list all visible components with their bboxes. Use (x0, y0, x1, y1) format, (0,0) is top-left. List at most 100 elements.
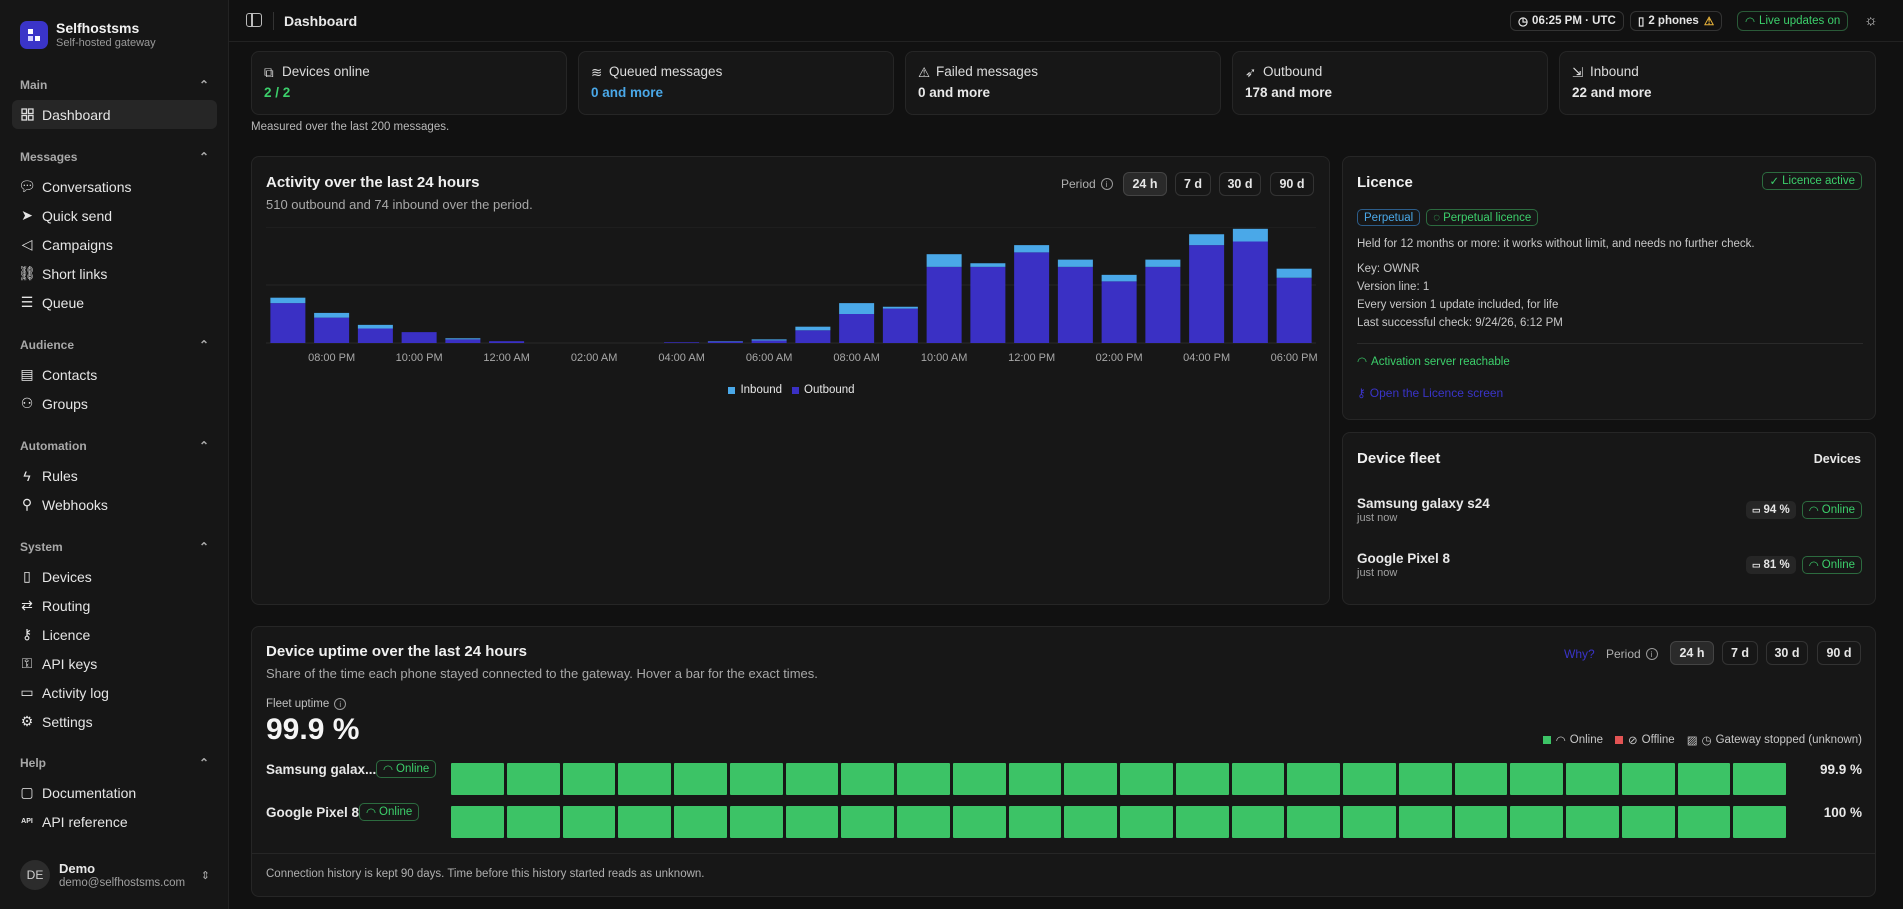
bar-inbound[interactable] (1101, 274, 1137, 282)
uptime-segment[interactable] (1343, 763, 1396, 795)
sidebar-item-campaigns[interactable]: ◁ Campaigns (12, 230, 217, 259)
bar-outbound[interactable] (1145, 266, 1181, 343)
bar-outbound[interactable] (489, 341, 525, 343)
uptime-segment[interactable] (1677, 763, 1731, 795)
sidebar-item-webhooks[interactable]: ⚲ Webhooks (12, 490, 217, 519)
uptime-segment[interactable] (1287, 806, 1340, 838)
uptime-segment[interactable] (1677, 806, 1731, 838)
bar-outbound[interactable] (751, 340, 787, 343)
nav-head-main[interactable]: Main ⌃ (12, 74, 217, 96)
bar-outbound[interactable] (882, 308, 918, 343)
phones-pill[interactable]: ▯ 2 phones ⚠ (1630, 11, 1723, 31)
info-icon[interactable]: i (1100, 178, 1113, 190)
bar-outbound[interactable] (707, 341, 743, 343)
uptime-segment[interactable] (1621, 763, 1675, 795)
period-7d-button[interactable]: 7 d (1175, 172, 1211, 196)
uptime-segment[interactable] (729, 806, 783, 838)
bar-inbound[interactable] (1145, 259, 1181, 267)
sidebar-item-conversations[interactable]: 💬︎ Conversations (12, 172, 217, 201)
sidebar-item-quick-send[interactable]: ➤ Quick send (12, 201, 217, 230)
bar-inbound[interactable] (1232, 228, 1268, 242)
uptime-segment[interactable] (897, 806, 950, 838)
bar-outbound[interactable] (795, 330, 831, 343)
bar-outbound[interactable] (1276, 277, 1312, 343)
uptime-segment[interactable] (1064, 806, 1117, 838)
bar-outbound[interactable] (839, 314, 875, 343)
sidebar-item-rules[interactable]: ϟ Rules (12, 461, 217, 490)
sidebar-item-api-keys[interactable]: ⚿ API keys (12, 649, 217, 678)
sidebar-toggle-icon[interactable] (246, 13, 262, 27)
uptime-segment[interactable] (1566, 763, 1619, 795)
bar-outbound[interactable] (357, 328, 393, 344)
bar-outbound[interactable] (664, 342, 700, 343)
brand[interactable]: Selfhostsms Self-hosted gateway (20, 20, 156, 49)
uptime-segment[interactable] (1120, 806, 1173, 838)
sidebar-item-contacts[interactable]: ▤ Contacts (12, 360, 217, 389)
uptime-bar[interactable] (451, 806, 1786, 838)
fleet-devices-button[interactable]: Devices (1814, 452, 1861, 466)
info-icon[interactable]: i (334, 698, 347, 710)
uptime-segment[interactable] (618, 806, 671, 838)
period-90d-button[interactable]: 90 d (1270, 172, 1314, 196)
bar-inbound[interactable] (357, 324, 393, 329)
bar-outbound[interactable] (1057, 266, 1093, 343)
uptime-segment[interactable] (1510, 763, 1563, 795)
uptime-segment[interactable] (1008, 763, 1062, 795)
uptime-segment[interactable] (1231, 763, 1285, 795)
uptime-segment[interactable] (841, 763, 894, 795)
uptime-segment[interactable] (952, 806, 1006, 838)
bar-inbound[interactable] (970, 263, 1006, 267)
bar-inbound[interactable] (1276, 268, 1312, 278)
bar-inbound[interactable] (926, 254, 962, 267)
uptime-segment[interactable] (729, 763, 783, 795)
period-7d-button[interactable]: 7 d (1722, 641, 1758, 665)
uptime-segment[interactable] (562, 763, 616, 795)
bar-outbound[interactable] (1014, 252, 1050, 343)
uptime-segment[interactable] (1008, 806, 1062, 838)
nav-head-audience[interactable]: Audience ⌃ (12, 334, 217, 356)
user-menu[interactable]: DE Demo demo@selfhostsms.com ⇕ (20, 860, 210, 890)
period-30d-button[interactable]: 30 d (1219, 172, 1261, 196)
uptime-segment[interactable] (1343, 806, 1396, 838)
info-icon[interactable]: i (1645, 648, 1658, 660)
bar-outbound[interactable] (401, 332, 437, 343)
uptime-segment[interactable] (785, 806, 839, 838)
bar-inbound[interactable] (1014, 245, 1050, 253)
sidebar-item-short-links[interactable]: ⛓ Short links (12, 259, 217, 288)
bar-inbound[interactable] (1057, 259, 1093, 267)
period-24h-button[interactable]: 24 h (1123, 172, 1167, 196)
sidebar-item-api-reference[interactable]: API API reference (12, 807, 217, 836)
uptime-segment[interactable] (841, 806, 894, 838)
uptime-segment[interactable] (1398, 806, 1452, 838)
sidebar-item-licence[interactable]: ⚷ Licence (12, 620, 217, 649)
sidebar-item-dashboard[interactable]: Dashboard (12, 100, 217, 129)
legend-item-inbound[interactable]: Inbound (728, 384, 782, 396)
bar-inbound[interactable] (270, 297, 306, 304)
bar-inbound[interactable] (795, 326, 831, 331)
nav-head-messages[interactable]: Messages ⌃ (12, 146, 217, 168)
uptime-segment[interactable] (1231, 806, 1285, 838)
period-30d-button[interactable]: 30 d (1766, 641, 1808, 665)
period-24h-button[interactable]: 24 h (1670, 641, 1714, 665)
uptime-segment[interactable] (1454, 806, 1508, 838)
bar-outbound[interactable] (926, 266, 962, 343)
period-90d-button[interactable]: 90 d (1817, 641, 1861, 665)
uptime-segment[interactable] (674, 806, 727, 838)
uptime-segment[interactable] (952, 763, 1006, 795)
uptime-segment[interactable] (562, 806, 616, 838)
why-link[interactable]: Why? (1564, 647, 1595, 661)
uptime-segment[interactable] (1120, 763, 1173, 795)
uptime-segment[interactable] (451, 806, 504, 838)
uptime-bar[interactable] (451, 763, 1786, 795)
uptime-segment[interactable] (1733, 763, 1786, 795)
sidebar-item-settings[interactable]: ⚙ Settings (12, 707, 217, 736)
uptime-segment[interactable] (1454, 763, 1508, 795)
sidebar-item-groups[interactable]: ⚇ Groups (12, 389, 217, 418)
nav-head-automation[interactable]: Automation ⌃ (12, 435, 217, 457)
bar-outbound[interactable] (270, 303, 306, 343)
uptime-segment[interactable] (1287, 763, 1340, 795)
nav-head-help[interactable]: Help ⌃ (12, 752, 217, 774)
uptime-segment[interactable] (506, 763, 560, 795)
uptime-segment[interactable] (1175, 806, 1229, 838)
sidebar-item-routing[interactable]: ⇄ Routing (12, 591, 217, 620)
